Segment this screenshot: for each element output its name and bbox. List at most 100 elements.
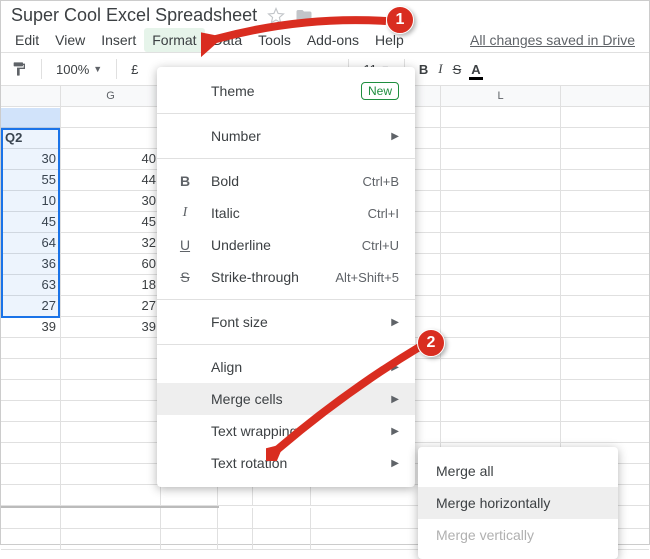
cell[interactable] (1, 422, 61, 442)
cell[interactable]: 64 (1, 233, 61, 253)
cell[interactable] (61, 464, 161, 484)
cell[interactable] (1, 443, 61, 463)
cell[interactable] (441, 107, 561, 127)
col-header-l[interactable]: L (441, 86, 561, 106)
cell[interactable] (441, 317, 561, 337)
menu-tools[interactable]: Tools (250, 28, 299, 52)
cell[interactable] (161, 529, 218, 549)
paint-format-icon[interactable] (11, 61, 27, 77)
menu-edit[interactable]: Edit (7, 28, 47, 52)
menu-view[interactable]: View (47, 28, 93, 52)
cell[interactable] (441, 359, 561, 379)
currency-button[interactable]: £ (131, 62, 138, 77)
cell[interactable]: 18 (61, 275, 161, 295)
document-title[interactable]: Super Cool Excel Spreadsheet (11, 5, 257, 26)
cell[interactable]: 39 (61, 317, 161, 337)
menu-insert[interactable]: Insert (93, 28, 144, 52)
cell[interactable]: 10 (1, 191, 61, 211)
cell[interactable] (1, 508, 61, 528)
menu-item-merge[interactable]: Merge cells▶ (157, 383, 415, 415)
cell[interactable] (253, 485, 311, 505)
cell[interactable] (61, 508, 161, 528)
cell[interactable] (1, 485, 61, 505)
menu-item-bold[interactable]: BBoldCtrl+B (157, 165, 415, 197)
cell[interactable] (441, 212, 561, 232)
cell[interactable]: 45 (61, 212, 161, 232)
cell[interactable] (61, 485, 161, 505)
cell[interactable]: 40 (61, 149, 161, 169)
cell[interactable] (441, 149, 561, 169)
cell[interactable] (1, 107, 61, 127)
menu-item-theme[interactable]: Theme New (157, 75, 415, 107)
save-status[interactable]: All changes saved in Drive (462, 28, 643, 52)
submenu-merge-horizontal[interactable]: Merge horizontally (418, 487, 618, 519)
cell[interactable] (441, 254, 561, 274)
menu-item-underline[interactable]: UUnderlineCtrl+U (157, 229, 415, 261)
cell[interactable] (61, 380, 161, 400)
cell[interactable] (61, 422, 161, 442)
cell[interactable]: 27 (61, 296, 161, 316)
cell[interactable] (1, 359, 61, 379)
menu-item-fontsize[interactable]: Font size▶ (157, 306, 415, 338)
cell[interactable] (441, 422, 561, 442)
cell[interactable] (441, 338, 561, 358)
cell[interactable] (441, 170, 561, 190)
cell[interactable] (1, 380, 61, 400)
cell[interactable]: Q2 (1, 128, 61, 148)
cell[interactable]: 30 (61, 191, 161, 211)
cell[interactable] (1, 401, 61, 421)
cell[interactable] (61, 107, 161, 127)
cell[interactable] (441, 380, 561, 400)
menu-addons[interactable]: Add-ons (299, 28, 367, 52)
cell[interactable] (218, 529, 253, 549)
zoom-dropdown[interactable]: 100%▼ (56, 62, 102, 77)
menu-format[interactable]: Format (144, 28, 204, 52)
cell[interactable] (218, 485, 253, 505)
text-color-button[interactable]: A (471, 62, 480, 77)
menu-item-wrap[interactable]: Text wrapping▶ (157, 415, 415, 447)
cell[interactable] (441, 233, 561, 253)
cell[interactable] (61, 338, 161, 358)
cell[interactable] (441, 191, 561, 211)
menu-data[interactable]: Data (205, 28, 251, 52)
cell[interactable]: 55 (1, 170, 61, 190)
cell[interactable] (1, 529, 61, 549)
cell[interactable] (441, 275, 561, 295)
cell[interactable]: 45 (1, 212, 61, 232)
cell[interactable] (61, 401, 161, 421)
cell[interactable]: 32 (61, 233, 161, 253)
cell[interactable] (441, 401, 561, 421)
folder-icon[interactable] (295, 7, 313, 25)
cell[interactable] (61, 128, 161, 148)
menu-item-rotation[interactable]: Text rotation▶ (157, 447, 415, 479)
cell[interactable] (253, 529, 311, 549)
cell[interactable] (61, 529, 161, 549)
cell[interactable] (218, 508, 253, 528)
cell[interactable]: 44 (61, 170, 161, 190)
cell[interactable]: 39 (1, 317, 61, 337)
cell[interactable]: 27 (1, 296, 61, 316)
col-header-g[interactable]: G (61, 86, 161, 106)
cell[interactable] (161, 508, 218, 528)
menu-item-strike[interactable]: SStrike-throughAlt+Shift+5 (157, 261, 415, 293)
submenu-merge-all[interactable]: Merge all (418, 455, 618, 487)
menu-item-align[interactable]: Align▶ (157, 351, 415, 383)
cell[interactable]: 36 (1, 254, 61, 274)
strike-button[interactable]: S (453, 62, 462, 77)
cell[interactable]: 30 (1, 149, 61, 169)
cell[interactable] (1, 464, 61, 484)
cell[interactable]: 63 (1, 275, 61, 295)
star-icon[interactable] (267, 7, 285, 25)
cell[interactable] (441, 296, 561, 316)
cell[interactable] (1, 338, 61, 358)
cell[interactable]: 60 (61, 254, 161, 274)
cell[interactable] (253, 508, 311, 528)
menu-item-italic[interactable]: IItalicCtrl+I (157, 197, 415, 229)
menu-item-number[interactable]: Number▶ (157, 120, 415, 152)
cell[interactable] (441, 128, 561, 148)
cell[interactable] (161, 485, 218, 505)
cell[interactable] (61, 359, 161, 379)
italic-button[interactable]: I (438, 61, 442, 77)
bold-button[interactable]: B (419, 62, 428, 77)
cell[interactable] (61, 443, 161, 463)
